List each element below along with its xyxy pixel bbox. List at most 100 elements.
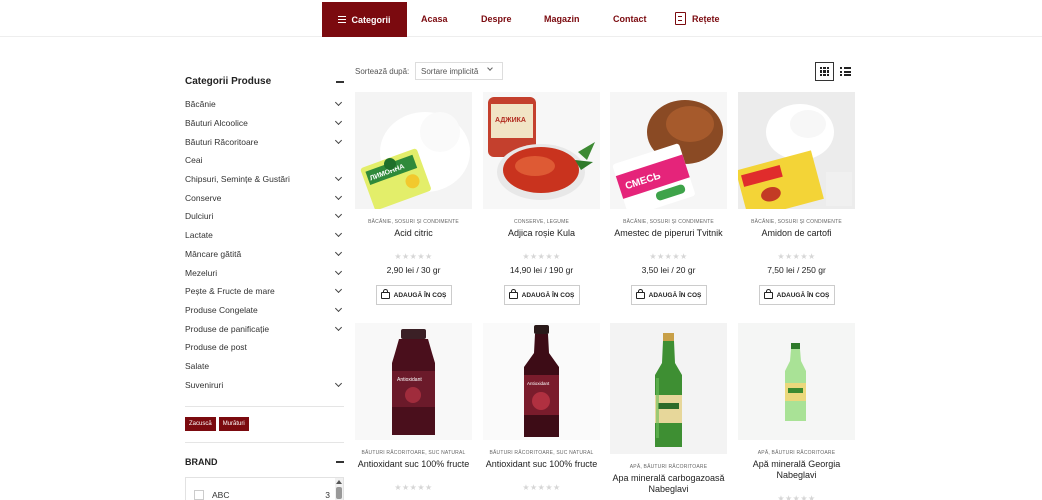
sidebar-category-label[interactable]: Lactate [185, 230, 213, 240]
product-image-mineral-water-plastic[interactable] [738, 323, 855, 440]
chevron-down-icon[interactable] [334, 230, 343, 238]
product-image-pepper-mix[interactable]: СМЕСЬ [610, 92, 727, 209]
product-category[interactable]: Apă, Băuturi Răcoritoare [610, 464, 727, 470]
product-image-mineral-water-glass[interactable] [610, 323, 727, 454]
sidebar-category-label[interactable]: Mâncare gătită [185, 249, 241, 259]
sidebar-category-label[interactable]: Băuturi Răcoritoare [185, 137, 258, 147]
nav-link-recipes[interactable]: Rețete [675, 12, 720, 25]
categories-menu-button[interactable]: Categorii [322, 2, 407, 37]
product-category[interactable]: Băcănie, Sosuri și Condimente [355, 219, 472, 225]
chevron-down-icon[interactable] [334, 304, 343, 312]
sidebar-category-item[interactable]: Pește & Fructe de mare [185, 282, 345, 301]
product-image-citric-acid[interactable]: ЛИМОННА [355, 92, 472, 209]
chevron-down-icon[interactable] [334, 99, 343, 107]
product-category[interactable]: Băuturi Răcoritoare, Suc natural [483, 450, 600, 456]
product-name[interactable]: Amestec de piperuri Tvitnik [610, 228, 727, 239]
nav-link-about[interactable]: Despre [481, 14, 512, 24]
chevron-down-icon[interactable] [334, 248, 343, 256]
chevron-down-icon[interactable] [334, 211, 343, 219]
sidebar-category-item[interactable]: Lactate [185, 226, 345, 245]
recipe-document-icon [675, 12, 686, 25]
chevron-down-icon[interactable] [334, 117, 343, 126]
product-name[interactable]: Apa minerală carbogazoasă Nabeglavi [610, 473, 727, 495]
chevron-down-icon[interactable] [334, 136, 343, 144]
product-image-juice-small[interactable]: Antioxidant [355, 323, 472, 440]
product-name[interactable]: Antioxidant suc 100% fructe [355, 459, 472, 470]
brand-checkbox[interactable] [194, 490, 204, 500]
product-name[interactable]: Acid citric [355, 228, 472, 239]
scroll-up-arrow-icon[interactable] [336, 480, 342, 484]
scrollbar-thumb[interactable] [336, 487, 342, 499]
chevron-down-icon[interactable] [334, 174, 343, 182]
product-name[interactable]: Apă minerală Georgia Nabeglavi [738, 459, 855, 481]
product-category[interactable]: Băuturi Răcoritoare, Suc natural [355, 450, 472, 456]
chevron-down-icon[interactable] [334, 286, 343, 294]
product-image-juice-large[interactable]: Antioxidant [483, 323, 600, 440]
product-category[interactable]: Apă, Băuturi Răcoritoare [738, 450, 855, 456]
sidebar-category-item[interactable]: Chipsuri, Semințe & Gustări [185, 170, 345, 189]
categories-menu-label: Categorii [351, 14, 391, 25]
sort-label: Sortează după: [355, 67, 410, 76]
product-category[interactable]: Băcănie, Sosuri și Condimente [610, 219, 727, 225]
sidebar-category-label[interactable]: Produse de panificație [185, 324, 269, 334]
product-name[interactable]: Amidon de cartofi [738, 228, 855, 239]
sidebar-category-label[interactable]: Salate [185, 361, 209, 371]
sidebar-category-item[interactable]: Ceai [185, 151, 345, 170]
sidebar-category-label[interactable]: Produse de post [185, 342, 247, 352]
sidebar-category-label[interactable]: Produse Congelate [185, 305, 258, 315]
add-to-cart-button[interactable]: ADAUGĂ ÎN COȘ [630, 285, 707, 305]
brand-scrollbar[interactable] [335, 478, 343, 500]
product-image-adjika[interactable]: АДЖИКА [483, 92, 600, 209]
sidebar-category-item[interactable]: Produse de panificație [185, 319, 345, 338]
product-price: 14,90 lei / 190 gr [509, 265, 574, 275]
nav-link-shop[interactable]: Magazin [544, 14, 580, 24]
sidebar-category-item[interactable]: Produse Congelate [185, 301, 345, 320]
sidebar-category-item[interactable]: Băuturi Răcoritoare [185, 132, 345, 151]
product-name[interactable]: Antioxidant suc 100% fructe [483, 459, 600, 470]
svg-text:Antioxidant: Antioxidant [397, 377, 422, 383]
sidebar-category-label[interactable]: Chipsuri, Semințe & Gustări [185, 174, 290, 184]
sidebar-category-label[interactable]: Mezeluri [185, 268, 217, 278]
product-category[interactable]: Băcănie, Sosuri și Condimente [738, 219, 855, 225]
sidebar-category-label[interactable]: Băuturi Alcoolice [185, 118, 248, 128]
category-list: Băcănie Băuturi Alcoolice Băuturi Răcorito… [185, 95, 345, 394]
collapse-minus-icon[interactable] [336, 461, 344, 463]
add-to-cart-button[interactable]: ADAUGĂ ÎN COȘ [375, 285, 452, 305]
add-to-cart-button[interactable]: ADAUGĂ ÎN COȘ [758, 285, 835, 305]
sidebar-category-item[interactable]: Salate [185, 357, 345, 376]
brand-filter-item[interactable]: ABC 3 [194, 490, 330, 500]
sidebar-category-item[interactable]: Mezeluri [185, 263, 345, 282]
sort-select[interactable]: Sortare implicită [415, 62, 503, 80]
sidebar-category-item[interactable]: Băuturi Alcoolice [185, 114, 345, 133]
sidebar-category-label[interactable]: Ceai [185, 155, 202, 165]
chevron-down-icon[interactable] [334, 323, 343, 331]
tag-muraturi[interactable]: Murături [218, 417, 249, 431]
product-category[interactable]: Conserve, Legume [483, 219, 600, 225]
sidebar-category-item[interactable]: Băcănie [185, 95, 345, 114]
nav-link-recipes-label: Rețete [692, 13, 720, 24]
product-name[interactable]: Adjica roșie Kula [483, 228, 600, 239]
list-view-button[interactable] [836, 62, 855, 81]
nav-link-contact[interactable]: Contact [613, 14, 647, 24]
grid-view-button[interactable] [815, 62, 834, 81]
sidebar-category-item[interactable]: Produse de post [185, 338, 345, 357]
product-image-potato-starch[interactable] [738, 92, 855, 209]
sidebar-category-item[interactable]: Dulciuri [185, 207, 345, 226]
nav-link-home[interactable]: Acasa [421, 14, 448, 24]
sidebar-category-label[interactable]: Pește & Fructe de mare [185, 286, 275, 296]
svg-text:АДЖИКА: АДЖИКА [495, 117, 526, 124]
add-to-cart-button[interactable]: ADAUGĂ ÎN COȘ [503, 285, 580, 305]
chevron-down-icon[interactable] [334, 379, 343, 387]
sidebar-category-label[interactable]: Suveniruri [185, 380, 223, 390]
tag-zacusca[interactable]: Zacuscă [185, 417, 216, 431]
product-card: АДЖИКА Conserve, Legume Adjica roșie Kul… [483, 92, 600, 305]
collapse-minus-icon[interactable] [336, 81, 344, 83]
sidebar-category-label[interactable]: Dulciuri [185, 211, 213, 221]
sidebar-category-item[interactable]: Suveniruri [185, 375, 345, 394]
sidebar-category-item[interactable]: Conserve [185, 188, 345, 207]
sidebar-category-item[interactable]: Mâncare gătită [185, 245, 345, 264]
sidebar-category-label[interactable]: Conserve [185, 193, 221, 203]
sidebar-category-label[interactable]: Băcănie [185, 99, 216, 109]
chevron-down-icon[interactable] [334, 192, 343, 200]
chevron-down-icon[interactable] [334, 267, 343, 275]
